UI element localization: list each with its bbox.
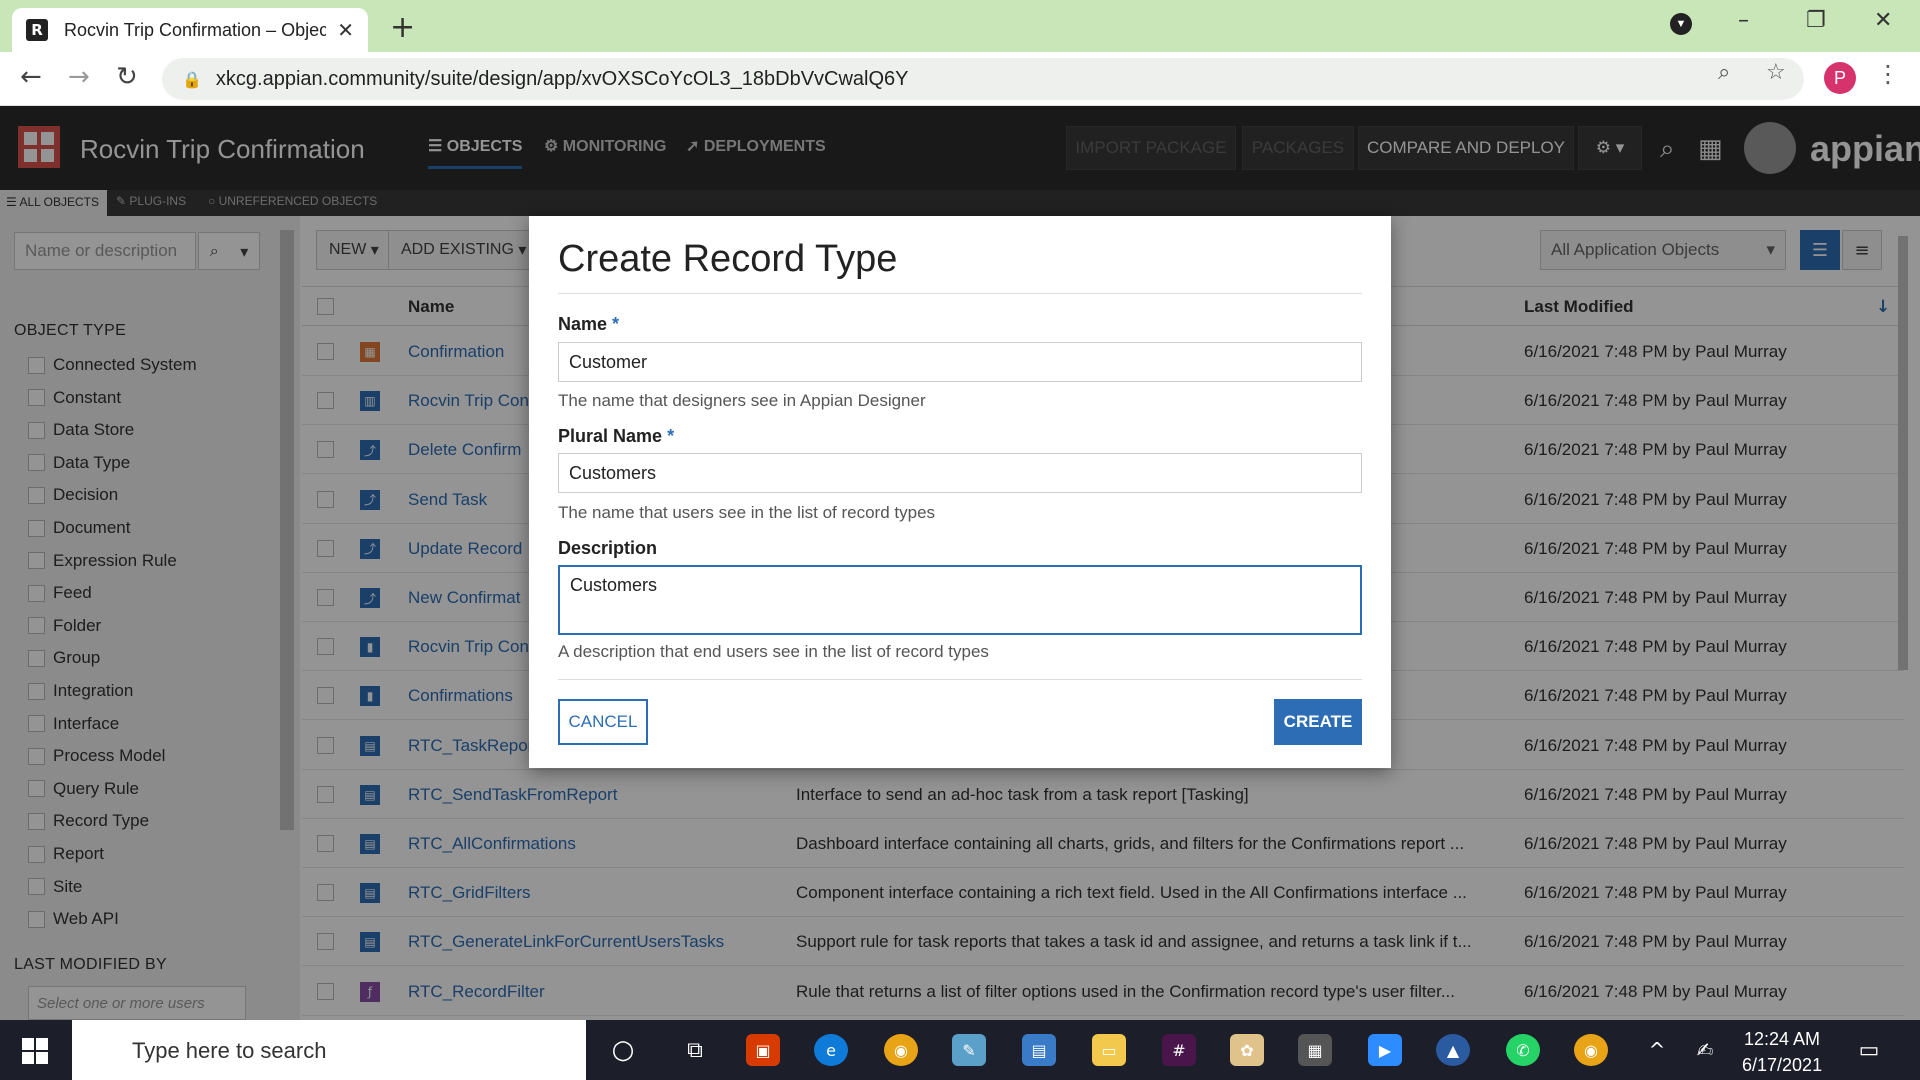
dialog-title: Create Record Type [558,238,898,280]
description-field[interactable]: Customers [558,565,1362,635]
required-marker: * [667,426,675,446]
clock[interactable]: 12:24 AM 6/17/2021 [1742,1026,1822,1078]
address-bar[interactable]: 🔒 xkcg.appian.community/suite/design/app… [162,58,1804,100]
browser-menu-icon[interactable]: ⋮ [1876,60,1900,88]
notes-icon[interactable]: ✎ [952,1034,986,1066]
tab-search-icon[interactable]: ▼ [1670,13,1692,35]
zoom-app-icon[interactable]: ▶ [1368,1034,1402,1066]
name-label-text: Name [558,314,608,334]
whatsapp-icon[interactable]: ✆ [1506,1034,1540,1066]
store-icon[interactable]: ▣ [746,1034,780,1066]
plural-name-field[interactable]: Customers [558,453,1362,493]
notification-icon[interactable]: ▭ [1852,1034,1886,1066]
cancel-button[interactable]: CANCEL [558,699,648,745]
back-icon[interactable]: ← [20,62,42,92]
zoom-icon[interactable]: ⌕ [1718,60,1730,85]
dialog-footer-divider [558,679,1362,680]
create-button[interactable]: CREATE [1274,699,1362,745]
description-help-text: A description that end users see in the … [558,642,989,661]
bookmark-star-icon[interactable]: ☆ [1766,60,1786,85]
browser-tab[interactable]: R Rocvin Trip Confirmation – Objects ✕ [12,8,368,52]
slack-icon[interactable]: # [1162,1034,1196,1066]
required-marker: * [612,314,620,334]
clock-date: 6/17/2021 [1742,1055,1823,1075]
name-help-text: The name that designers see in Appian De… [558,391,926,410]
clock-time: 12:24 AM [1744,1029,1821,1049]
paint-icon[interactable]: ✿ [1230,1034,1264,1066]
restore-icon[interactable]: ❐ [1806,8,1826,33]
browser-tab-strip: R Rocvin Trip Confirmation – Objects ✕ +… [0,0,1920,52]
edge-icon[interactable]: e [814,1034,848,1066]
profile-avatar[interactable]: P [1824,62,1856,94]
plural-help-text: The name that users see in the list of r… [558,503,936,522]
file-explorer-icon[interactable]: ▭ [1092,1034,1126,1066]
plural-label-text: Plural Name [558,426,663,446]
window-close-icon[interactable]: ✕ [1874,8,1892,33]
pen-icon[interactable]: ✍ [1688,1034,1722,1066]
dialog-divider [558,293,1362,294]
tab-title: Rocvin Trip Confirmation – Objects [64,19,326,40]
tray-chevron-icon[interactable]: ^ [1640,1034,1674,1066]
chrome-icon[interactable]: ◉ [884,1034,918,1066]
tab-close-icon[interactable]: ✕ [337,18,354,42]
cortana-icon[interactable]: ○ [606,1034,640,1066]
plural-name-label: Plural Name * [558,426,674,447]
minimize-icon[interactable]: – [1738,8,1749,33]
reload-icon[interactable]: ↻ [116,62,138,92]
taskbar-search-input[interactable]: Type here to search [72,1020,586,1080]
description-label: Description [558,538,658,558]
vpn-icon[interactable]: ▲ [1436,1034,1470,1066]
url-text: xkcg.appian.community/suite/design/app/x… [215,67,909,90]
calculator-icon[interactable]: ▦ [1298,1034,1332,1066]
task-view-icon[interactable]: ⧉ [678,1034,712,1066]
docs-icon[interactable]: ▤ [1022,1034,1056,1066]
name-field[interactable]: Customer [558,342,1362,382]
chrome-profile-icon[interactable]: ◉ [1574,1034,1608,1066]
forward-icon[interactable]: → [68,62,90,92]
create-record-type-dialog: Create Record Type Name * Customer The n… [529,216,1391,768]
name-label: Name * [558,314,619,335]
windows-start-icon[interactable] [22,1038,48,1064]
appian-favicon-icon: R [26,19,48,41]
lock-icon: 🔒 [182,69,202,89]
windows-taskbar: Type here to search ○ ⧉ ▣ e ◉ ✎ ▤ ▭ # ✿ … [0,1020,1920,1080]
new-tab-icon[interactable]: + [390,10,415,45]
browser-toolbar: ← → ↻ 🔒 xkcg.appian.community/suite/desi… [0,52,1920,106]
